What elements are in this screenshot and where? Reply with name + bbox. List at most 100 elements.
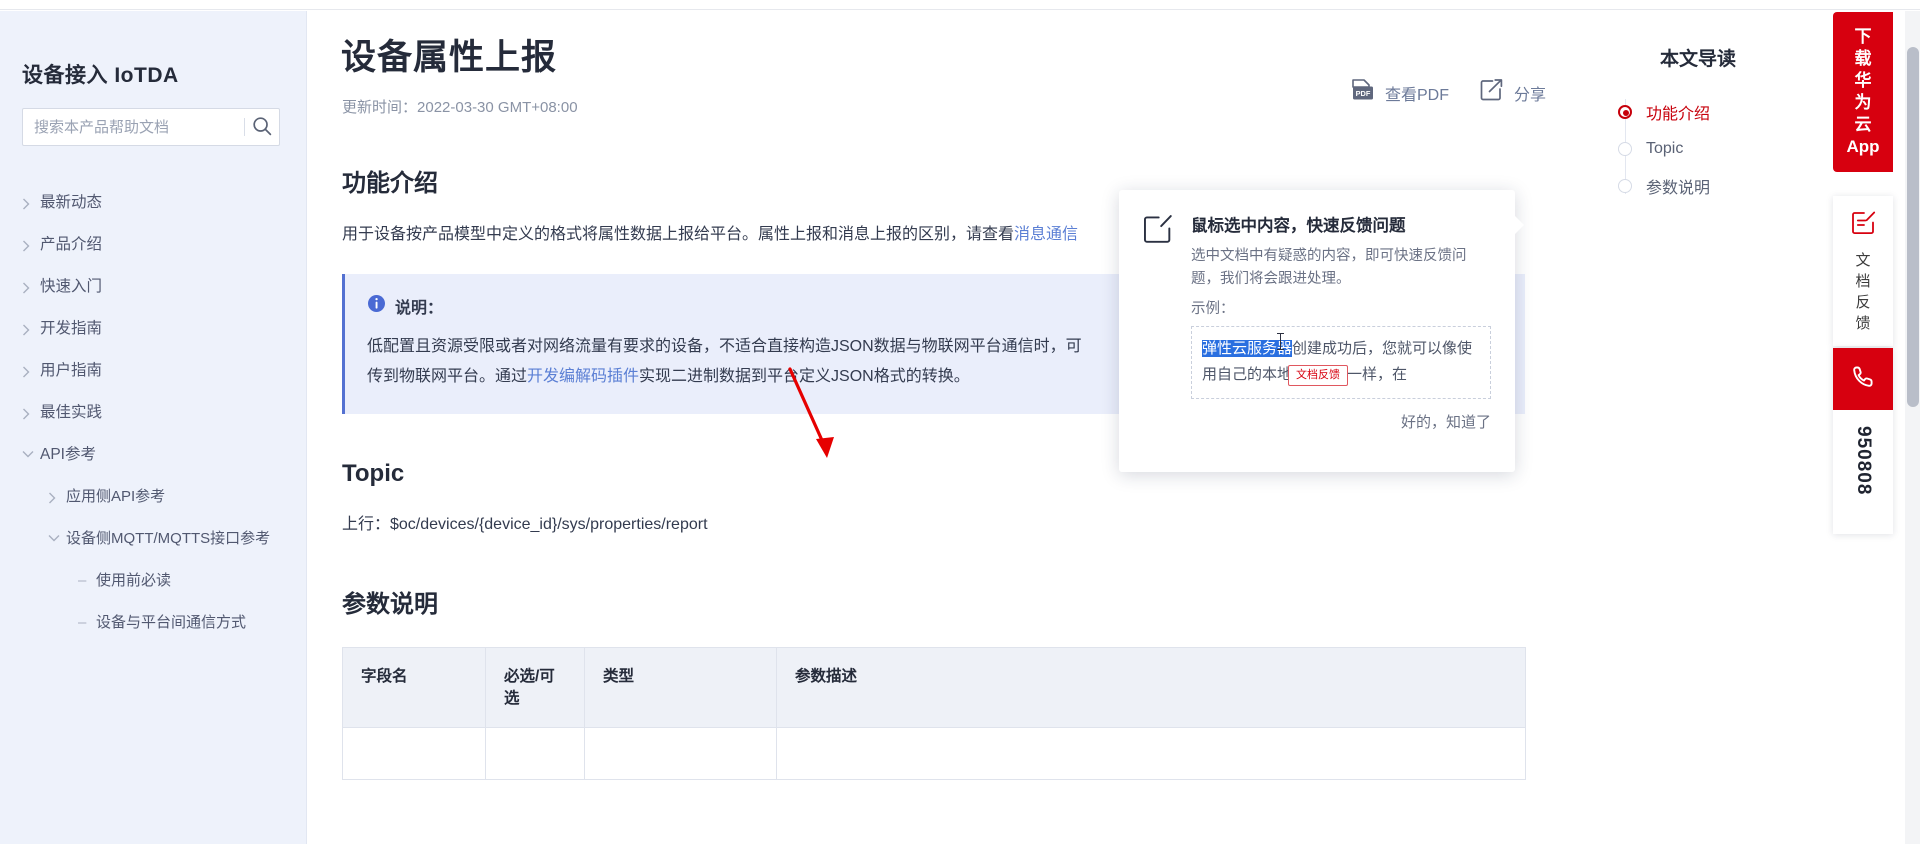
table-header-cell: 字段名 — [342, 647, 486, 728]
popup-ok-button[interactable]: 好的，知道了 — [1401, 414, 1491, 431]
toc-bullet-icon — [1618, 104, 1632, 119]
popup-content: 鼠标选中内容，快速反馈问题 选中文档中有疑惑的内容，即可快速反馈问题，我们将会跟… — [1119, 190, 1515, 399]
sidebar-item-best-practices[interactable]: 最佳实践 — [0, 392, 306, 434]
codec-plugin-link[interactable]: 开发编解码插件 — [527, 368, 639, 385]
sidebar-item-latest-news[interactable]: 最新动态 — [0, 182, 306, 224]
sidebar-item-label: 开发指南 — [40, 320, 103, 337]
toc-item-label: Topic — [1646, 139, 1684, 157]
dash-icon: – — [78, 614, 87, 631]
share-button[interactable]: 分享 — [1479, 77, 1546, 108]
share-icon — [1479, 77, 1505, 108]
message-comm-link[interactable]: 消息通信 — [1014, 226, 1078, 243]
product-title: 设备接入 IoTDA — [22, 64, 179, 87]
sidebar-item-device-platform-comm[interactable]: – 设备与平台间通信方式 — [0, 602, 306, 644]
sidebar-item-product-intro[interactable]: 产品介绍 — [0, 224, 306, 266]
toc-bullet-icon — [1618, 178, 1632, 193]
table-header-cell: 必选/可选 — [485, 647, 585, 728]
chevron-down-icon[interactable] — [48, 528, 66, 542]
chevron-right-icon[interactable] — [22, 360, 40, 378]
phone-icon — [1851, 364, 1876, 394]
share-label: 分享 — [1513, 86, 1546, 104]
hotline-widget[interactable]: 950808 — [1833, 348, 1893, 534]
sidebar-item-device-side-mqtt[interactable]: 设备侧MQTT/MQTTS接口参考 — [0, 518, 306, 560]
phone-call-button[interactable] — [1833, 348, 1893, 410]
chevron-right-icon[interactable] — [22, 318, 40, 336]
search-button[interactable] — [245, 109, 279, 145]
table-header-row: 字段名 必选/可选 类型 参数描述 — [342, 647, 1526, 728]
toc-list: 功能介绍 Topic 参数说明 — [1594, 93, 1820, 204]
info-icon — [367, 294, 386, 318]
chevron-right-icon[interactable] — [22, 192, 40, 210]
page-scrollbar-track[interactable] — [1905, 11, 1920, 844]
note-line-2-post: 实现二进制数据到平台定义JSON格式的转换。 — [639, 368, 970, 385]
app-banner-char: 华 — [1854, 71, 1872, 90]
sidebar-search[interactable] — [22, 108, 280, 146]
page-title: 设备属性上报 — [341, 38, 558, 77]
sidebar-item-read-before-use[interactable]: – 使用前必读 — [0, 560, 306, 602]
sidebar: 设备接入 IoTDA 最新动态 — [0, 11, 307, 844]
table-header-cell: 参数描述 — [776, 647, 1526, 728]
app-banner-char: 载 — [1854, 49, 1872, 68]
intro-paragraph-text: 用于设备按产品模型中定义的格式将属性数据上报给平台。属性上报和消息上报的区别，请… — [342, 226, 1015, 243]
toc-item-params[interactable]: 参数说明 — [1594, 167, 1820, 204]
params-table: 字段名 必选/可选 类型 参数描述 — [342, 647, 1526, 780]
toc-item-topic[interactable]: Topic — [1594, 130, 1820, 167]
table-cell — [776, 727, 1526, 780]
page-root: HUAWEI 设备接入 IoTDA 最新动态 — [0, 0, 1920, 844]
popup-description: 选中文档中有疑惑的内容，即可快速反馈问题，我们将会跟进处理。 — [1191, 248, 1467, 287]
note-line-2-pre: 传到物联网平台。通过 — [367, 368, 528, 385]
sidebar-item-label: 应用侧API参考 — [66, 488, 166, 505]
sidebar-item-label: 设备侧MQTT/MQTTS接口参考 — [66, 530, 271, 547]
view-pdf-button[interactable]: PDF 查看PDF — [1350, 77, 1449, 108]
popup-example-label: 示例： — [1191, 301, 1235, 317]
edit-document-icon — [1850, 209, 1877, 241]
updated-label: 更新时间： — [342, 99, 418, 116]
sidebar-item-label: 最新动态 — [40, 194, 103, 211]
sidebar-nav: 最新动态 产品介绍 快速入门 开发指南 用户指南 最佳实践 API参考 应用侧A… — [0, 182, 306, 644]
edit-document-icon — [1141, 212, 1175, 399]
chevron-right-icon[interactable] — [22, 402, 40, 420]
table-row — [342, 727, 1526, 780]
popup-demo-rest-2-pre: 用自己的本地P — [1202, 366, 1303, 383]
search-input[interactable] — [23, 118, 244, 136]
search-icon — [251, 115, 273, 140]
sidebar-item-api-reference[interactable]: API参考 — [0, 434, 306, 476]
sidebar-item-getting-started[interactable]: 快速入门 — [0, 266, 306, 308]
table-cell — [584, 727, 777, 780]
app-banner-char: 为 — [1854, 93, 1872, 112]
sidebar-item-user-guide[interactable]: 用户指南 — [0, 350, 306, 392]
sidebar-item-app-side-api[interactable]: 应用侧API参考 — [0, 476, 306, 518]
sidebar-item-label: 用户指南 — [40, 362, 103, 379]
popup-footer: 好的，知道了 — [1119, 399, 1515, 432]
section-heading-params: 参数说明 — [342, 591, 438, 618]
dash-icon: – — [78, 572, 87, 589]
sidebar-item-label: 最佳实践 — [40, 404, 103, 421]
chevron-right-icon[interactable] — [22, 276, 40, 294]
table-header-cell: 类型 — [584, 647, 777, 728]
site-header: HUAWEI — [0, 0, 1920, 10]
app-banner-char: 云 — [1854, 115, 1872, 134]
text-cursor-icon — [1277, 333, 1284, 350]
popup-example-box: 弹性云服务器创建成功后，您就可以像使用自己的本地P服务器一样，在 文档反馈 — [1191, 326, 1491, 399]
doc-feedback-label: 文档反馈 — [1855, 252, 1871, 332]
popup-body: 鼠标选中内容，快速反馈问题 选中文档中有疑惑的内容，即可快速反馈问题，我们将会跟… — [1191, 212, 1491, 399]
app-banner-char: App — [1846, 137, 1880, 156]
feedback-tooltip-popup: 鼠标选中内容，快速反馈问题 选中文档中有疑惑的内容，即可快速反馈问题，我们将会跟… — [1119, 190, 1524, 472]
toc-title: 本文导读 — [1659, 49, 1736, 70]
sidebar-item-dev-guide[interactable]: 开发指南 — [0, 308, 306, 350]
chevron-down-icon[interactable] — [22, 444, 40, 458]
inline-feedback-tag-button[interactable]: 文档反馈 — [1288, 365, 1348, 386]
sidebar-item-label: 使用前必读 — [96, 572, 172, 589]
popup-title: 鼠标选中内容，快速反馈问题 — [1191, 217, 1406, 235]
popup-demo-rest-1: 创建成功后，您就可以像使 — [1292, 340, 1473, 357]
chevron-right-icon[interactable] — [22, 234, 40, 252]
chevron-right-icon[interactable] — [48, 486, 66, 504]
sidebar-item-label: 产品介绍 — [40, 236, 103, 253]
view-pdf-label: 查看PDF — [1384, 86, 1449, 104]
sidebar-item-label: 快速入门 — [40, 278, 103, 295]
toc-item-intro[interactable]: 功能介绍 — [1594, 93, 1820, 130]
page-scrollbar-thumb[interactable] — [1907, 47, 1919, 407]
app-banner-char: 下 — [1854, 27, 1872, 46]
download-app-banner[interactable]: 下 载 华 为 云 App — [1833, 12, 1893, 172]
doc-feedback-button[interactable]: 文档反馈 — [1833, 196, 1893, 346]
